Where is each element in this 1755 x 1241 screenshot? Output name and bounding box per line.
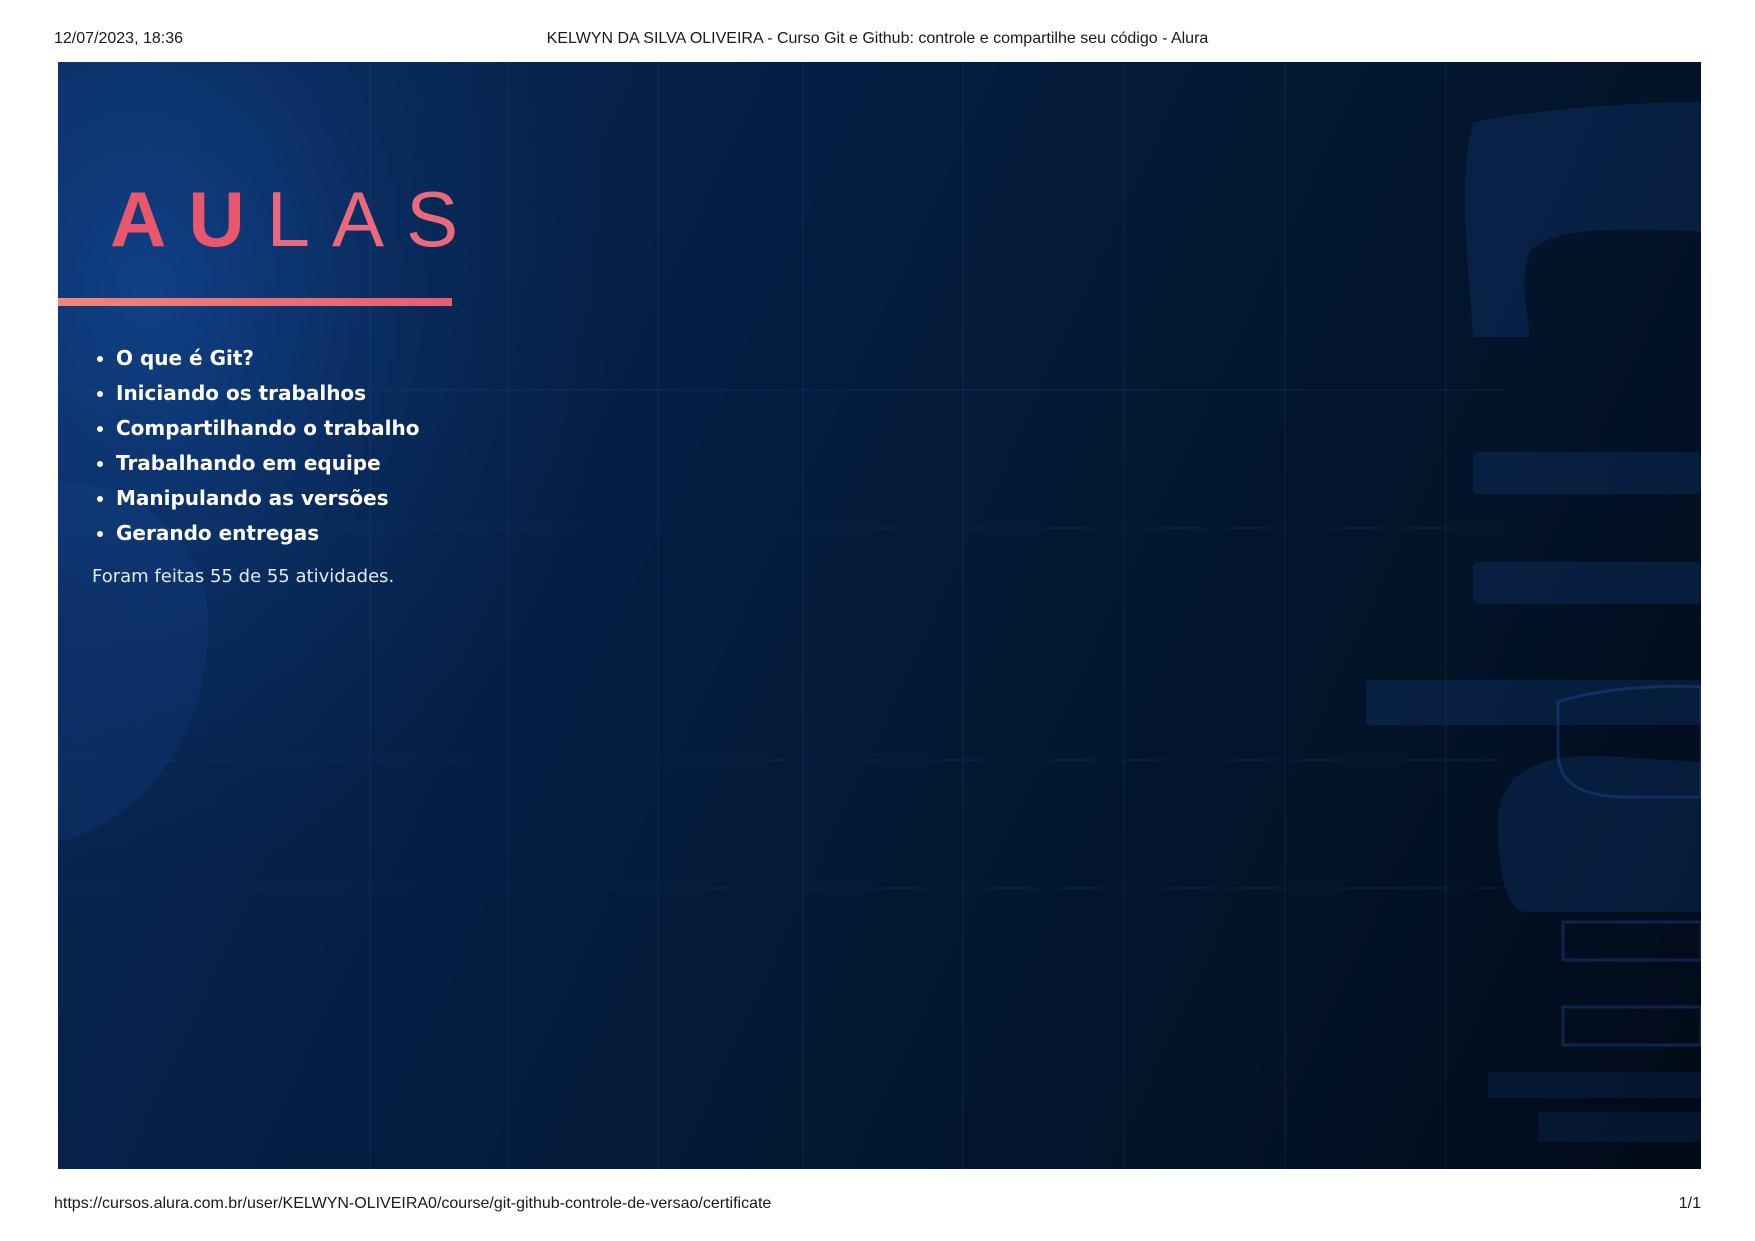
- lesson-item: O que é Git?: [116, 341, 419, 376]
- aulas-heading: AULAS: [110, 180, 480, 258]
- certificate-panel: AULAS O que é Git? Iniciando os trabalho…: [58, 62, 1701, 1169]
- print-footer: https://cursos.alura.com.br/user/KELWYN-…: [54, 1195, 1701, 1217]
- print-document-title: KELWYN DA SILVA OLIVEIRA - Curso Git e G…: [546, 30, 1209, 47]
- lesson-item: Iniciando os trabalhos: [116, 376, 419, 411]
- lesson-item: Trabalhando em equipe: [116, 446, 419, 481]
- heading-underline: [58, 298, 452, 306]
- activities-summary: Foram feitas 55 de 55 atividades.: [92, 566, 395, 587]
- lesson-item: Manipulando as versões: [116, 481, 419, 516]
- page-number: 1/1: [1678, 1195, 1701, 1212]
- printed-page: 12/07/2023, 18:36 KELWYN DA SILVA OLIVEI…: [0, 0, 1755, 1241]
- lesson-item: Compartilhando o trabalho: [116, 411, 419, 446]
- print-url-link[interactable]: https://cursos.alura.com.br/user/KELWYN-…: [54, 1195, 771, 1213]
- lesson-list: O que é Git? Iniciando os trabalhos Comp…: [92, 341, 419, 551]
- aulas-heading-bold: AU: [110, 175, 267, 263]
- print-header: 12/07/2023, 18:36 KELWYN DA SILVA OLIVEI…: [54, 30, 1701, 52]
- lesson-item: Gerando entregas: [116, 516, 419, 551]
- aulas-heading-light: LAS: [266, 175, 481, 263]
